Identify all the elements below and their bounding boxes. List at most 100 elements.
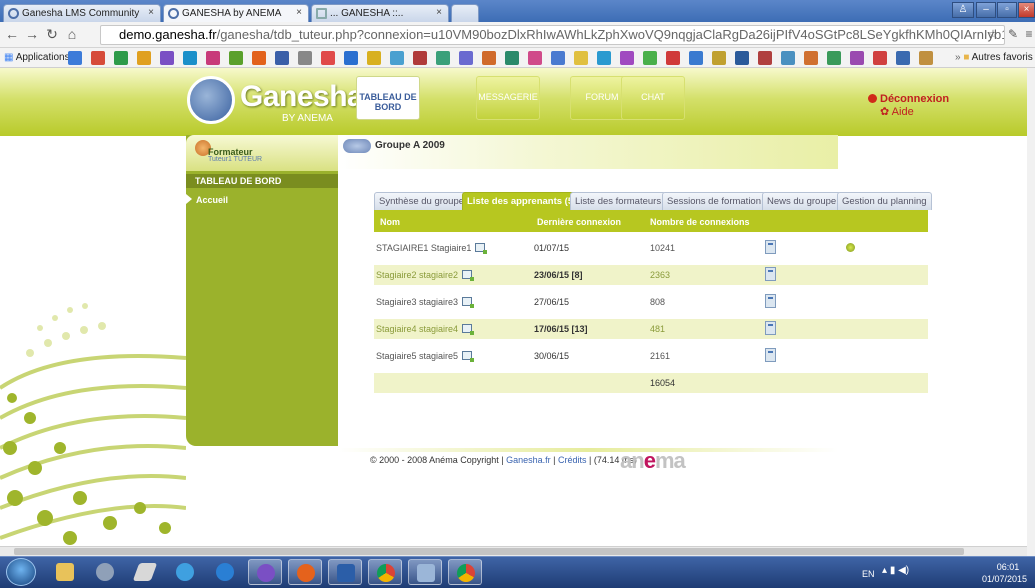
browser-tab[interactable]: Ganesha LMS Community ×: [3, 4, 161, 22]
bookmark-icon[interactable]: [390, 51, 404, 65]
ganesha-link[interactable]: Ganesha.fr: [506, 455, 551, 465]
bookmark-icon[interactable]: [413, 51, 427, 65]
bookmark-icon[interactable]: [850, 51, 864, 65]
report-document-icon[interactable]: [765, 267, 776, 281]
edit-learner-icon[interactable]: [475, 243, 488, 254]
bookmark-apps[interactable]: ▦ Applications: [4, 52, 70, 63]
tab-liste-apprenants[interactable]: Liste des apprenants (5): [462, 192, 582, 210]
bookmark-icon[interactable]: [896, 51, 910, 65]
bookmark-icon[interactable]: [436, 51, 450, 65]
column-header-derniere-connexion[interactable]: Dernière connexion: [537, 217, 621, 227]
language-indicator[interactable]: EN: [862, 569, 875, 579]
bookmark-icon[interactable]: [183, 51, 197, 65]
bookmark-star-icon[interactable]: ☆: [985, 26, 1001, 42]
bookmark-icon[interactable]: [689, 51, 703, 65]
tab-sessions[interactable]: Sessions de formation: [662, 192, 766, 210]
bookmark-icon[interactable]: [160, 51, 174, 65]
taskbar-ie[interactable]: [168, 559, 202, 585]
vertical-scrollbar[interactable]: [1027, 68, 1035, 556]
bookmark-icon[interactable]: [275, 51, 289, 65]
close-tab-icon[interactable]: ×: [436, 7, 442, 18]
start-button[interactable]: [6, 558, 36, 586]
bookmark-icon[interactable]: [206, 51, 220, 65]
bookmark-other-folder[interactable]: » ■ Autres favoris: [955, 52, 1033, 63]
taskbar-explorer[interactable]: [48, 559, 82, 585]
reload-icon[interactable]: ↻: [44, 26, 60, 42]
taskbar-chrome-2[interactable]: [448, 559, 482, 585]
logout-link[interactable]: Déconnexion: [868, 93, 949, 105]
learner-name[interactable]: Stagiaire5 stagiaire5: [376, 351, 475, 362]
bookmark-icon[interactable]: [505, 51, 519, 65]
learner-name[interactable]: Stagiaire4 stagiaire4: [376, 324, 475, 335]
home-icon[interactable]: ⌂: [64, 26, 80, 42]
bookmark-icon[interactable]: [781, 51, 795, 65]
forward-icon[interactable]: →: [24, 26, 40, 42]
learner-name[interactable]: Stagiaire2 stagiaire2: [376, 270, 475, 281]
clock-date[interactable]: 01/07/2015: [982, 574, 1027, 584]
nav-chat[interactable]: CHAT: [621, 76, 685, 120]
bookmark-icon[interactable]: [551, 51, 565, 65]
bookmark-icon[interactable]: [298, 51, 312, 65]
bookmark-icon[interactable]: [873, 51, 887, 65]
edit-learner-icon[interactable]: [462, 351, 475, 362]
sidebar-item-accueil[interactable]: Accueil: [196, 195, 228, 205]
taskbar-app[interactable]: [88, 559, 122, 585]
bookmark-icon[interactable]: [114, 51, 128, 65]
bookmark-icon[interactable]: [91, 51, 105, 65]
report-document-icon[interactable]: [765, 348, 776, 362]
bookmark-icon[interactable]: [643, 51, 657, 65]
horizontal-scroll-thumb[interactable]: [14, 548, 964, 555]
bookmark-icon[interactable]: [735, 51, 749, 65]
new-tab-button[interactable]: [451, 4, 479, 22]
bookmark-icon[interactable]: [229, 51, 243, 65]
site-logo[interactable]: Ganesha: [240, 80, 364, 114]
bookmark-icon[interactable]: [137, 51, 151, 65]
bookmark-icon[interactable]: [620, 51, 634, 65]
report-document-icon[interactable]: [765, 240, 776, 254]
bookmark-icon[interactable]: [666, 51, 680, 65]
taskbar-viber[interactable]: [248, 559, 282, 585]
taskbar-app[interactable]: [208, 559, 242, 585]
bookmark-icon[interactable]: [827, 51, 841, 65]
bookmark-icon[interactable]: [597, 51, 611, 65]
edit-learner-icon[interactable]: [462, 270, 475, 281]
maximize-icon[interactable]: ▫: [997, 2, 1017, 18]
taskbar-firefox[interactable]: [288, 559, 322, 585]
column-header-nom[interactable]: Nom: [380, 217, 400, 227]
taskbar-chrome[interactable]: [368, 559, 402, 585]
menu-icon[interactable]: ≡: [1021, 26, 1035, 42]
bookmark-icon[interactable]: [321, 51, 335, 65]
learner-name[interactable]: Stagiaire3 stagiaire3: [376, 297, 475, 308]
back-icon[interactable]: ←: [4, 26, 20, 42]
browser-tab[interactable]: ... GANESHA ::.. ×: [311, 4, 449, 22]
close-tab-icon[interactable]: ×: [296, 7, 302, 18]
tab-planning[interactable]: Gestion du planning: [837, 192, 932, 210]
taskbar-app[interactable]: [128, 559, 162, 585]
taskbar-word[interactable]: [328, 559, 362, 585]
report-document-icon[interactable]: [765, 294, 776, 308]
close-tab-icon[interactable]: ×: [148, 7, 154, 18]
edit-learner-icon[interactable]: [462, 297, 475, 308]
system-tray[interactable]: ▴ ▮ ◀): [882, 565, 909, 576]
bookmark-icon[interactable]: [528, 51, 542, 65]
bookmark-icon[interactable]: [344, 51, 358, 65]
column-header-nombre-connexions[interactable]: Nombre de connexions: [650, 217, 750, 227]
pen-icon[interactable]: ✎: [1005, 26, 1021, 42]
help-link[interactable]: ✿ Aide: [880, 105, 914, 118]
bookmark-icon[interactable]: [68, 51, 82, 65]
bookmark-icon[interactable]: [367, 51, 381, 65]
clock-time[interactable]: 06:01: [990, 562, 1026, 572]
taskbar-app[interactable]: [408, 559, 442, 585]
bookmark-icon[interactable]: [758, 51, 772, 65]
tab-synthese[interactable]: Synthèse du groupe: [374, 192, 470, 210]
edit-learner-icon[interactable]: [462, 324, 475, 335]
bookmark-icon[interactable]: [252, 51, 266, 65]
user-profile-icon[interactable]: ♙: [952, 2, 974, 18]
anema-logo[interactable]: anema: [620, 448, 686, 474]
minimize-icon[interactable]: –: [976, 2, 996, 18]
bookmark-icon[interactable]: [482, 51, 496, 65]
credits-link[interactable]: Crédits: [558, 455, 587, 465]
bookmark-icon[interactable]: [574, 51, 588, 65]
bookmark-icon[interactable]: [712, 51, 726, 65]
bookmark-icon[interactable]: [804, 51, 818, 65]
